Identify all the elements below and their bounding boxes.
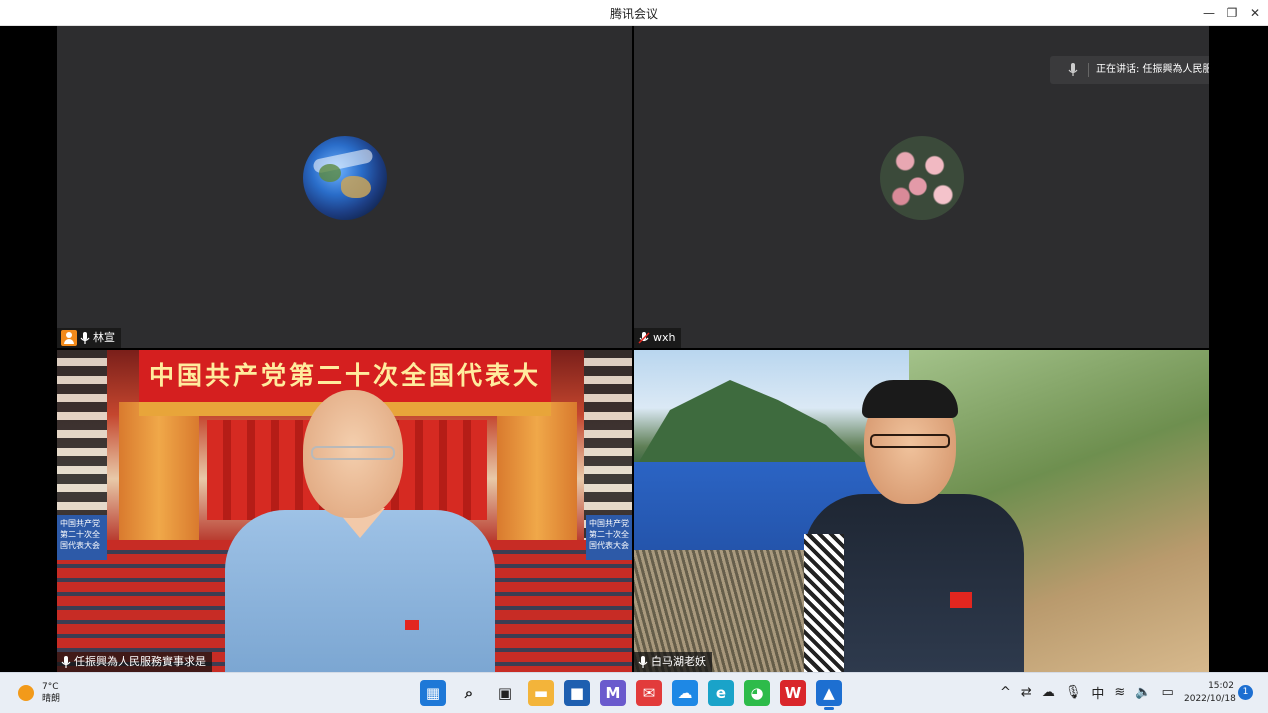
participant-name: 白马湖老妖	[651, 655, 706, 668]
participant-name: 任振興為人民服務實事求是	[74, 655, 206, 668]
network-switch-icon[interactable]: ⇄	[1021, 685, 1032, 700]
taskbar-apps: ▦ ⌕ ▣ ▬ ■ M ✉ ☁ e ◕ W ▲	[420, 679, 842, 710]
weather-widget[interactable]: 7°C 晴朗	[18, 681, 60, 705]
sign-left: 中国共产党第二十次全国代表大会	[57, 515, 107, 560]
volume-icon[interactable]: 🔈	[1135, 685, 1151, 700]
host-icon	[61, 330, 77, 346]
window-title: 腾讯会议	[609, 7, 658, 21]
participant-video-person	[225, 390, 495, 672]
participant-tile[interactable]: 正在讲话: 任振興為人民服務實... wxh	[634, 26, 1209, 348]
participant-name: wxh	[653, 331, 676, 344]
microphone-icon	[61, 656, 71, 668]
notification-badge[interactable]: 1	[1238, 685, 1253, 700]
wifi-icon[interactable]: ≋	[1114, 685, 1125, 700]
start-icon[interactable]: ▦	[420, 680, 446, 706]
battery-icon[interactable]: ▭	[1161, 685, 1173, 700]
mail-app-icon[interactable]: ✉	[636, 680, 662, 706]
participant-video-tile[interactable]: 中国共产党第二十次全国代表大会 中国共产党第二十次全国代表大会 中国共产党第二十…	[57, 350, 632, 672]
search-icon[interactable]: ⌕	[456, 680, 482, 706]
microphone-muted-icon	[638, 332, 650, 344]
tencent-meeting-icon[interactable]: ▲	[816, 680, 842, 710]
meeting-stage: 林宣 正在讲话: 任振興為人民服務實... wxh	[0, 26, 1268, 672]
microphone-icon	[80, 332, 90, 344]
clock[interactable]: 15:02 2022/10/18	[1184, 680, 1236, 706]
speaking-indicator: 正在讲话: 任振興為人民服務實...	[1050, 56, 1209, 84]
cloud-sync-icon[interactable]: ☁	[1042, 685, 1055, 700]
title-bar: 腾讯会议 — ❐ ✕	[0, 0, 1268, 26]
microphone-icon	[1068, 63, 1078, 76]
input-method-indicator[interactable]: 中	[1091, 683, 1104, 702]
taskbar: 7°C 晴朗 ▦ ⌕ ▣ ▬ ■ M ✉ ☁ e ◕ W ▲ ^ ⇄ ☁ 🎙 中 ≋ 🔈 ▭ 15:0…	[0, 672, 1268, 713]
edge-icon[interactable]: e	[708, 680, 734, 706]
system-tray: ^ ⇄ ☁ 🎙 中 ≋ 🔈 ▭	[1000, 683, 1174, 702]
participant-name-tag: wxh	[634, 328, 682, 348]
microphone-icon	[638, 656, 648, 668]
sun-icon	[18, 685, 34, 701]
sign-right: 中国共产党第二十次全国代表大会	[586, 515, 632, 560]
participant-tile[interactable]: 林宣	[57, 26, 632, 348]
task-view-icon[interactable]: ▣	[492, 680, 518, 706]
weather-temperature: 7°C	[42, 682, 59, 692]
cloud-app-icon[interactable]: ☁	[672, 680, 698, 706]
app-m-icon[interactable]: M	[600, 680, 626, 706]
file-explorer-icon[interactable]: ▬	[528, 680, 554, 706]
participant-video-person	[794, 380, 1024, 672]
clock-time: 15:02	[1208, 681, 1234, 691]
wps-icon[interactable]: W	[780, 680, 806, 706]
close-button[interactable]: ✕	[1244, 3, 1266, 23]
participant-name-tag: 任振興為人民服務實事求是	[57, 652, 212, 672]
earth-avatar	[303, 136, 387, 220]
participant-name-tag: 林宣	[57, 328, 121, 348]
minimize-button[interactable]: —	[1198, 3, 1220, 23]
chevron-up-icon[interactable]: ^	[1000, 685, 1011, 700]
microphone-tray-icon[interactable]: 🎙	[1065, 685, 1082, 700]
maximize-button[interactable]: ❐	[1221, 3, 1243, 23]
speaking-label: 正在讲话: 任振興為人民服務實...	[1096, 64, 1209, 75]
clock-date: 2022/10/18	[1184, 694, 1236, 704]
participant-name-tag: 白马湖老妖	[634, 652, 712, 672]
participant-video-tile[interactable]: 白马湖老妖	[634, 350, 1209, 672]
store-icon[interactable]: ■	[564, 680, 590, 706]
flower-avatar	[880, 136, 964, 220]
participant-name: 林宣	[93, 331, 115, 344]
weather-description: 晴朗	[42, 694, 61, 704]
wechat-icon[interactable]: ◕	[744, 680, 770, 706]
